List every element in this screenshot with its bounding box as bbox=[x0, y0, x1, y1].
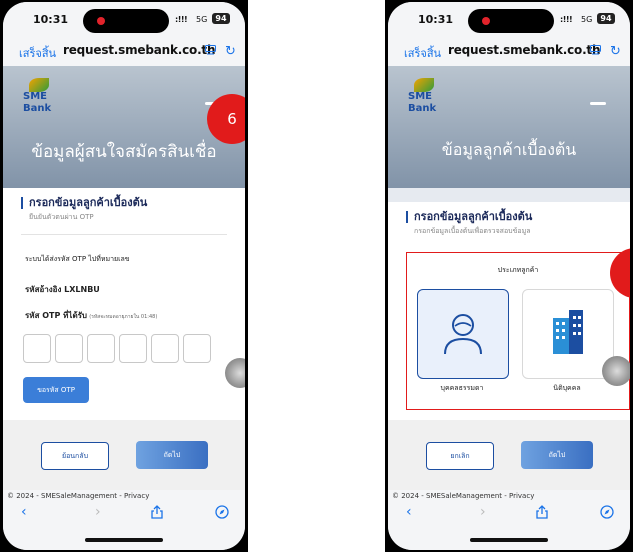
reader-mode-icon[interactable] bbox=[205, 45, 216, 55]
url-bar: เสร็จสิ้น request.smebank.co.th ↻ bbox=[3, 36, 245, 66]
form-card: กรอกข้อมูลลูกค้าเบื้องต้น ยืนยันตัวตนผ่า… bbox=[3, 188, 245, 490]
page-title: ข้อมูลผู้สนใจสมัครสินเชื่อ bbox=[31, 142, 217, 162]
customer-type-title: ประเภทลูกค้า bbox=[497, 266, 539, 274]
compass-icon[interactable] bbox=[215, 505, 229, 519]
home-indicator[interactable] bbox=[85, 538, 163, 542]
forward-arrow-icon[interactable]: › bbox=[480, 504, 486, 520]
page-title: ข้อมูลลูกค้าเบื้องต้น bbox=[441, 140, 577, 159]
share-icon[interactable] bbox=[151, 505, 163, 519]
forward-arrow-icon[interactable]: › bbox=[95, 504, 101, 520]
otp-digit-input[interactable] bbox=[151, 334, 179, 363]
otp-label-row: รหัส OTP ที่ได้รับ (รหัสจะหมดอายุภายใน 0… bbox=[25, 309, 157, 322]
copyright-text[interactable]: © 2024 - SMESaleManagement - Privacy bbox=[392, 492, 534, 500]
network-type: 5G bbox=[581, 15, 593, 24]
phone-right: 10:31 :!!! 5G 94 เสร็จสิ้น request.smeba… bbox=[385, 0, 633, 552]
logo-text: Bank bbox=[23, 103, 52, 114]
next-button[interactable]: ถัดไป bbox=[136, 441, 208, 469]
logo-text: SME bbox=[23, 91, 47, 102]
button-row: ยกเลิก ถัดไป bbox=[388, 420, 630, 490]
dynamic-island bbox=[83, 9, 169, 33]
request-otp-button[interactable]: ขอรหัส OTP bbox=[23, 377, 89, 403]
person-icon bbox=[444, 314, 482, 355]
juristic-label: นิติบุคคล bbox=[553, 384, 581, 392]
logo-swoosh-icon bbox=[414, 78, 434, 92]
section-title: กรอกข้อมูลลูกค้าเบื้องต้น bbox=[21, 197, 147, 209]
url-text[interactable]: request.smebank.co.th bbox=[448, 43, 601, 57]
phone-left: 10:31 :!!! 5G 94 เสร็จสิ้น request.smeba… bbox=[0, 0, 248, 552]
otp-label: รหัส OTP ที่ได้รับ bbox=[25, 311, 88, 320]
screen: 10:31 :!!! 5G 94 เสร็จสิ้น request.smeba… bbox=[388, 2, 630, 550]
individual-option[interactable] bbox=[417, 289, 509, 379]
footer: © 2024 - SMESaleManagement - Privacy ‹ › bbox=[3, 490, 245, 522]
done-button[interactable]: เสร็จสิ้น bbox=[19, 44, 56, 62]
reference-code: รหัสอ้างอิง LXLNBU bbox=[25, 285, 100, 294]
signal-icon: :!!! bbox=[560, 15, 573, 24]
otp-digit-input[interactable] bbox=[87, 334, 115, 363]
dynamic-island bbox=[468, 9, 554, 33]
battery-icon: 94 bbox=[597, 13, 615, 24]
recording-dot-icon bbox=[482, 17, 490, 25]
header-banner: SME Bank ข้อมูลลูกค้าเบื้องต้น bbox=[388, 66, 630, 188]
compass-icon[interactable] bbox=[600, 505, 614, 519]
status-time: 10:31 bbox=[418, 13, 454, 26]
reader-mode-icon[interactable] bbox=[590, 45, 601, 55]
otp-digit-input[interactable] bbox=[23, 334, 51, 363]
back-arrow-icon[interactable]: ‹ bbox=[21, 504, 27, 520]
button-row: ย้อนกลับ ถัดไป bbox=[3, 420, 245, 490]
section-title: กรอกข้อมูลลูกค้าเบื้องต้น bbox=[406, 211, 532, 223]
network-type: 5G bbox=[196, 15, 208, 24]
logo-swoosh-icon bbox=[29, 78, 49, 92]
otp-digit-input[interactable] bbox=[119, 334, 147, 363]
url-text[interactable]: request.smebank.co.th bbox=[63, 43, 216, 57]
otp-digit-input[interactable] bbox=[55, 334, 83, 363]
url-bar: เสร็จสิ้น request.smebank.co.th ↻ bbox=[388, 36, 630, 66]
next-button[interactable]: ถัดไป bbox=[521, 441, 593, 469]
browser-nav: ‹ › bbox=[3, 504, 245, 522]
assistive-touch-button[interactable] bbox=[602, 356, 630, 386]
copyright-text[interactable]: © 2024 - SMESaleManagement - Privacy bbox=[7, 492, 149, 500]
sme-bank-logo: SME Bank bbox=[23, 78, 59, 118]
section-subtitle: ยืนยันตัวตนผ่าน OTP bbox=[29, 213, 94, 221]
status-bar: 10:31 :!!! 5G 94 bbox=[3, 2, 245, 36]
logo-text: Bank bbox=[408, 103, 437, 114]
signal-icon: :!!! bbox=[175, 15, 188, 24]
back-button[interactable]: ย้อนกลับ bbox=[41, 442, 109, 470]
sme-bank-logo: SME Bank bbox=[408, 78, 444, 118]
customer-type-group: ประเภทลูกค้า บุคคลธรรมดา นิติบุคคล bbox=[406, 252, 630, 410]
building-icon bbox=[553, 310, 583, 354]
home-indicator-area bbox=[388, 522, 630, 550]
footer: © 2024 - SMESaleManagement - Privacy ‹ › bbox=[388, 490, 630, 522]
share-icon[interactable] bbox=[536, 505, 548, 519]
juristic-option[interactable] bbox=[522, 289, 614, 379]
otp-sent-text: ระบบได้ส่งรหัส OTP ไปที่หมายเลข bbox=[25, 255, 130, 263]
divider bbox=[21, 234, 227, 235]
screen: 10:31 :!!! 5G 94 เสร็จสิ้น request.smeba… bbox=[3, 2, 245, 550]
individual-label: บุคคลธรรมดา bbox=[440, 384, 484, 392]
status-time: 10:31 bbox=[33, 13, 69, 26]
back-arrow-icon[interactable]: ‹ bbox=[406, 504, 412, 520]
cancel-button[interactable]: ยกเลิก bbox=[426, 442, 494, 470]
battery-icon: 94 bbox=[212, 13, 230, 24]
recording-dot-icon bbox=[97, 17, 105, 25]
logo-text: SME bbox=[408, 91, 432, 102]
section-subtitle: กรอกข้อมูลเบื้องต้นเพื่อตรวจสอบข้อมูล bbox=[414, 227, 531, 235]
status-bar: 10:31 :!!! 5G 94 bbox=[388, 2, 630, 36]
otp-digit-input[interactable] bbox=[183, 334, 211, 363]
browser-nav: ‹ › bbox=[388, 504, 630, 522]
reload-icon[interactable]: ↻ bbox=[610, 44, 621, 59]
form-card: กรอกข้อมูลลูกค้าเบื้องต้น กรอกข้อมูลเบื้… bbox=[388, 202, 630, 490]
home-indicator-area bbox=[3, 522, 245, 550]
done-button[interactable]: เสร็จสิ้น bbox=[404, 44, 441, 62]
reload-icon[interactable]: ↻ bbox=[225, 44, 236, 59]
menu-icon[interactable] bbox=[590, 102, 606, 105]
home-indicator[interactable] bbox=[470, 538, 548, 542]
otp-expiry: (รหัสจะหมดอายุภายใน 01:48) bbox=[89, 314, 158, 320]
